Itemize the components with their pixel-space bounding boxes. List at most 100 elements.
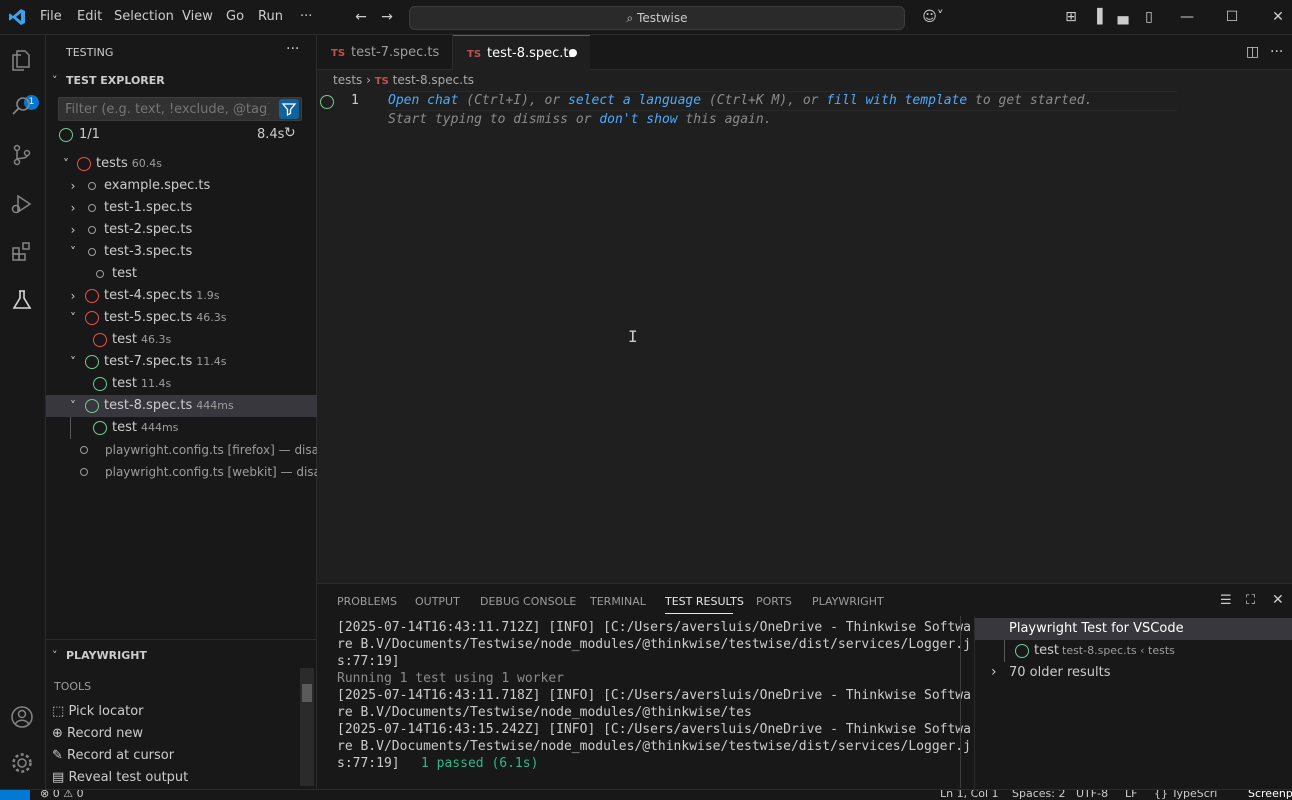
tree-item-test-3-spec[interactable]: ˅ test-3.spec.ts	[46, 241, 317, 263]
test-passed-gutter-icon[interactable]	[320, 95, 334, 109]
toggle-panel-icon[interactable]: ▄	[1114, 8, 1132, 26]
menu-view[interactable]: View	[182, 9, 213, 24]
panel-tab-debug-console[interactable]: DEBUG CONSOLE	[480, 595, 576, 608]
menu-more[interactable]: ···	[300, 9, 312, 24]
run-debug-icon[interactable]	[8, 190, 36, 218]
select-language-link[interactable]: select a language	[568, 93, 701, 108]
menu-edit[interactable]: Edit	[77, 9, 102, 24]
toggle-secondary-sidebar-icon[interactable]: ▯	[1140, 8, 1158, 26]
chevron-down-icon[interactable]: ˅	[52, 649, 58, 662]
menu-selection[interactable]: Selection	[114, 9, 174, 24]
panel-tab-playwright[interactable]: PLAYWRIGHT	[812, 595, 884, 608]
toggle-sidebar-icon[interactable]: ▐	[1088, 8, 1106, 26]
account-icon[interactable]	[8, 703, 36, 731]
test-filter-input[interactable]	[59, 98, 269, 120]
menu-file[interactable]: File	[40, 9, 62, 24]
clear-results-icon[interactable]: ☰	[1220, 593, 1232, 608]
cursor-position[interactable]: Ln 1, Col 1	[940, 790, 999, 800]
search-icon: ⌕	[626, 11, 634, 25]
breadcrumb-file[interactable]: test-8.spec.ts	[393, 73, 474, 87]
tab-test-8-spec[interactable]: TS test-8.spec.ts	[453, 35, 590, 70]
fill-template-link[interactable]: fill with template	[826, 93, 967, 108]
tree-item-test-5-test[interactable]: test 46.3s	[46, 329, 317, 351]
playwright-header[interactable]: PLAYWRIGHT	[66, 649, 147, 662]
tree-label: test-4.spec.ts	[104, 288, 193, 303]
tree-item-config-firefox[interactable]: playwright.config.ts [firefox] — disable…	[46, 439, 345, 461]
remote-indicator-icon[interactable]	[0, 790, 30, 800]
warnings-count: 0	[76, 789, 84, 800]
dont-show-link[interactable]: don't show	[599, 112, 677, 127]
log-passed-summary: 1 passed (6.1s)	[421, 756, 539, 771]
scrollbar-thumb[interactable]	[302, 684, 312, 702]
breadcrumb-folder[interactable]: tests	[333, 73, 362, 87]
reveal-test-output-button[interactable]: ▤ Reveal test output	[52, 767, 188, 789]
test-explorer-header[interactable]: TEST EXPLORER	[66, 74, 165, 87]
extensions-icon[interactable]	[8, 238, 36, 266]
menu-go[interactable]: Go	[226, 9, 244, 24]
tab-test-7-spec[interactable]: TS test-7.spec.ts	[317, 35, 453, 70]
language-mode[interactable]: {} TypeScri	[1154, 790, 1217, 800]
problems-indicator[interactable]: ⊗ 0 ⚠ 0	[40, 789, 84, 800]
source-control-icon[interactable]	[8, 141, 36, 169]
panel-tab-output[interactable]: OUTPUT	[415, 595, 460, 608]
settings-gear-icon[interactable]	[8, 749, 36, 777]
chevron-down-icon: ˅	[70, 399, 76, 413]
tree-item-test-5-spec[interactable]: ˅ test-5.spec.ts 46.3s	[46, 307, 317, 329]
tree-item-test-7-spec[interactable]: ˅ test-7.spec.ts 11.4s	[46, 351, 317, 373]
tree-item-test-3-test[interactable]: test	[46, 263, 317, 285]
editor-more-icon[interactable]: ···	[1270, 44, 1283, 60]
sidebar-more-button[interactable]: ···	[286, 41, 299, 57]
maximize-icon[interactable]: ☐	[1223, 8, 1241, 26]
tree-item-config-webkit[interactable]: playwright.config.ts [webkit] — disabled	[46, 461, 347, 483]
testing-beaker-icon[interactable]	[8, 286, 36, 314]
search-icon[interactable]	[8, 92, 36, 120]
panel-tab-problems[interactable]: PROBLEMS	[337, 595, 397, 608]
indentation[interactable]: Spaces: 2	[1012, 790, 1065, 800]
panel-tab-terminal[interactable]: TERMINAL	[590, 595, 646, 608]
scrollbar-track[interactable]	[300, 668, 314, 786]
split-editor-icon[interactable]: ◫	[1246, 44, 1259, 60]
pick-locator-icon: ⬚	[52, 704, 65, 719]
tree-item-test-8-spec[interactable]: ˅ test-8.spec.ts 444ms	[46, 395, 317, 417]
explorer-icon[interactable]	[8, 46, 36, 74]
record-new-button[interactable]: ⊕ Record new	[52, 723, 143, 745]
tree-item-test-4-spec[interactable]: › test-4.spec.ts 1.9s	[46, 285, 317, 307]
chevron-right-icon: ›	[70, 201, 76, 215]
back-arrow-icon[interactable]: ←	[352, 8, 370, 26]
tree-item-test-1-spec[interactable]: › test-1.spec.ts	[46, 197, 317, 219]
tree-item-test-8-test[interactable]: test 444ms	[46, 417, 317, 439]
editor[interactable]: tests › TS test-8.spec.ts 1 Open chat (C…	[317, 70, 1292, 583]
maximize-panel-icon[interactable]: ⛶	[1246, 593, 1255, 608]
tree-item-example-spec[interactable]: › example.spec.ts	[46, 175, 317, 197]
rerun-icon[interactable]: ↻	[284, 125, 296, 141]
tree-label: test-3.spec.ts	[104, 244, 193, 259]
log-scrollbar[interactable]	[960, 616, 961, 788]
record-at-cursor-button[interactable]: ✎ Record at cursor	[52, 745, 174, 767]
open-chat-link[interactable]: Open chat	[388, 93, 458, 108]
pick-locator-button[interactable]: ⬚ Pick locator	[52, 701, 144, 723]
line-ending[interactable]: LF	[1125, 790, 1137, 800]
test-summary-count: 1/1	[79, 127, 100, 142]
menu-run[interactable]: Run	[258, 9, 283, 24]
encoding[interactable]: UTF-8	[1076, 790, 1108, 800]
panel-tab-ports[interactable]: PORTS	[756, 595, 792, 608]
tree-item-test-2-spec[interactable]: › test-2.spec.ts	[46, 219, 317, 241]
chevron-down-icon[interactable]: ˅	[52, 74, 58, 87]
tree-item-test-7-test[interactable]: test 11.4s	[46, 373, 317, 395]
copilot-icon[interactable]: ☺˅	[918, 8, 948, 26]
close-window-icon[interactable]: ✕	[1269, 8, 1287, 26]
minimize-icon[interactable]: —	[1178, 8, 1196, 26]
customize-layout-icon[interactable]: ⊞	[1062, 8, 1080, 26]
results-older-item[interactable]: › 70 older results	[975, 662, 1292, 684]
results-test-item[interactable]: test test-8.spec.ts ‹ tests	[975, 640, 1292, 662]
panel-tab-test-results[interactable]: TEST RESULTS	[665, 595, 744, 608]
tree-label: test-8.spec.ts	[104, 398, 193, 413]
results-run-item[interactable]: Playwright Test for VSCode	[975, 618, 1292, 640]
unsaved-dot-icon[interactable]	[569, 49, 577, 57]
forward-arrow-icon[interactable]: →	[378, 8, 396, 26]
filter-funnel-icon[interactable]	[279, 99, 299, 119]
close-panel-icon[interactable]: ✕	[1272, 592, 1284, 608]
command-center-search[interactable]: ⌕ Testwise	[409, 6, 905, 30]
vscode-logo-icon	[8, 8, 26, 26]
tree-item-tests[interactable]: ˅ tests 60.4s	[46, 153, 317, 175]
